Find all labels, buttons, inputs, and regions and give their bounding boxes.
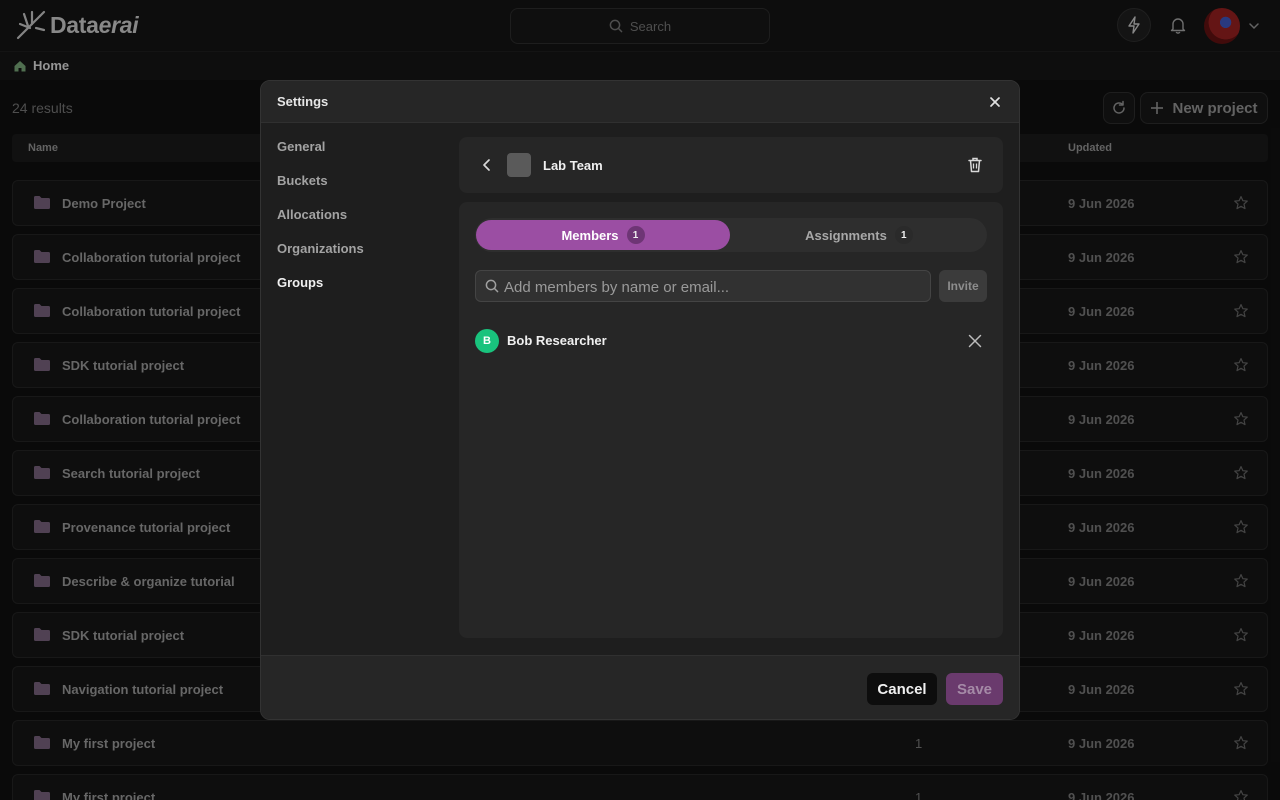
nav-allocations[interactable]: Allocations: [277, 207, 364, 241]
members-count-badge: 1: [626, 226, 645, 244]
modal-footer: Cancel Save: [261, 655, 1019, 719]
group-icon: [507, 153, 531, 177]
remove-member-button[interactable]: [967, 333, 983, 349]
invite-button[interactable]: Invite: [939, 270, 987, 302]
close-icon: [990, 97, 1000, 107]
nav-groups[interactable]: Groups: [277, 275, 364, 309]
group-header: Lab Team: [459, 137, 1003, 193]
add-member-field[interactable]: [475, 270, 931, 302]
save-button[interactable]: Save: [946, 673, 1003, 705]
nav-general[interactable]: General: [277, 139, 364, 173]
delete-group-button[interactable]: [965, 155, 985, 175]
modal-header: Settings: [261, 81, 1019, 123]
trash-icon: [968, 157, 982, 173]
tab-members[interactable]: Members 1: [476, 220, 730, 250]
nav-buckets[interactable]: Buckets: [277, 173, 364, 207]
nav-organizations[interactable]: Organizations: [277, 241, 364, 275]
close-button[interactable]: [985, 92, 1005, 112]
modal-title: Settings: [277, 94, 329, 109]
chevron-left-icon: [483, 159, 490, 171]
add-member-input[interactable]: [504, 276, 924, 298]
tab-assignments[interactable]: Assignments 1: [732, 220, 986, 250]
close-icon: [968, 334, 982, 348]
search-icon: [485, 279, 499, 293]
group-members-panel: Members 1 Assignments 1 Invite B Bob Res…: [459, 202, 1003, 638]
settings-nav: General Buckets Allocations Organization…: [277, 139, 364, 309]
cancel-button[interactable]: Cancel: [867, 673, 937, 705]
tab-assignments-label: Assignments: [805, 227, 887, 243]
group-name: Lab Team: [543, 158, 603, 173]
settings-modal: Settings General Buckets Allocations Org…: [260, 80, 1020, 720]
tab-members-label: Members: [561, 227, 619, 243]
members-tabs: Members 1 Assignments 1: [475, 218, 987, 252]
member-avatar: B: [475, 329, 499, 353]
member-row: B Bob Researcher: [475, 328, 987, 354]
assignments-count-badge: 1: [894, 226, 913, 244]
member-name: Bob Researcher: [507, 333, 607, 348]
back-button[interactable]: [477, 155, 497, 175]
